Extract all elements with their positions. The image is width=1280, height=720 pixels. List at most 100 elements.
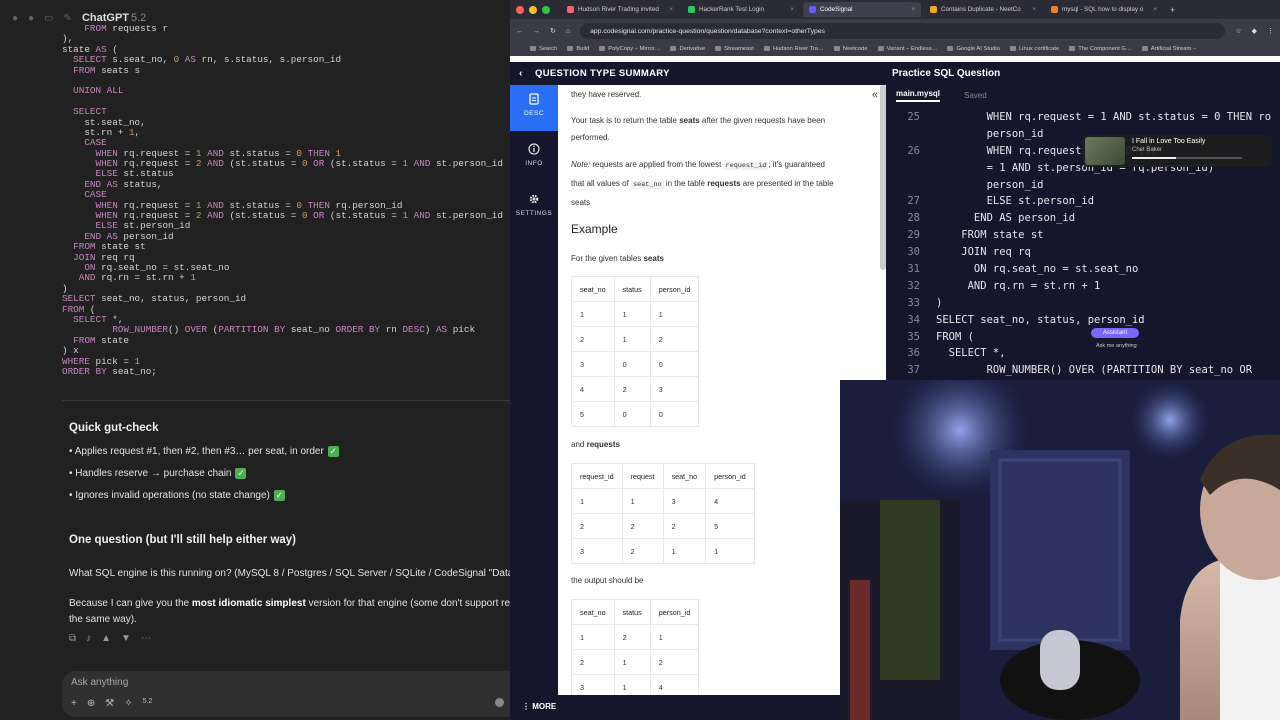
editor-line[interactable]: 33) bbox=[886, 297, 1280, 314]
new-chat-icon[interactable]: ✎ bbox=[64, 13, 72, 24]
tab-close-icon[interactable]: × bbox=[1153, 6, 1157, 13]
editor-line[interactable]: 28 END AS person_id bbox=[886, 212, 1280, 229]
composer-input[interactable]: Ask anything bbox=[71, 677, 128, 688]
table-cell: 3 bbox=[571, 538, 623, 564]
editor-line[interactable]: 25 WHEN rq.request = 1 AND st.status = 0… bbox=[886, 111, 1280, 128]
nav-settings[interactable]: SETTINGS bbox=[510, 185, 558, 231]
reload-icon[interactable]: ↻ bbox=[550, 27, 556, 35]
browser-tab[interactable]: HackerRank Test Login × bbox=[682, 2, 800, 17]
minimize-window-icon[interactable] bbox=[529, 5, 537, 14]
editor-line[interactable]: 32 AND rq.rn = st.rn + 1 bbox=[886, 280, 1280, 297]
sql-code-block: FROM requests r), state AS ( SELECT s.sea… bbox=[62, 24, 510, 384]
bullet-text: Handles reserve → purchase chain bbox=[75, 468, 232, 480]
star-icon[interactable]: ☆ bbox=[1235, 27, 1241, 35]
url-field[interactable]: app.codesignal.com/practice-question/que… bbox=[580, 23, 1226, 39]
table-row: 212 bbox=[571, 649, 700, 675]
close-window-icon[interactable] bbox=[516, 5, 524, 14]
editor-line[interactable]: 35 FROM ( bbox=[886, 331, 1280, 348]
composer-model-label[interactable]: 5.2 bbox=[143, 698, 153, 709]
browser-tab[interactable]: CodeSignal × bbox=[803, 2, 921, 17]
bookmark-item[interactable]: Artificial Stream – bbox=[1142, 46, 1196, 53]
tab-close-icon[interactable]: × bbox=[669, 6, 673, 13]
line-text: FROM state st bbox=[936, 229, 1044, 242]
composer[interactable]: Ask anything + ⊕ ⚒ ✧ 5.2 bbox=[62, 671, 510, 717]
browser-tab[interactable]: Contains Duplicate - NeetCo × bbox=[924, 2, 1042, 17]
bookmark-item[interactable]: Variant – Endless… bbox=[878, 46, 938, 53]
plus-icon[interactable]: + bbox=[71, 698, 77, 709]
tab-close-icon[interactable]: × bbox=[911, 6, 915, 13]
bullet-item: • Applies request #1, then #2, then #3… … bbox=[69, 446, 339, 458]
extensions-icon[interactable]: ◆ bbox=[1252, 27, 1257, 35]
sparkle-icon[interactable]: ✧ bbox=[124, 698, 132, 709]
code-editor[interactable]: main.mysql Saved 25 WHEN rq.request = 1 … bbox=[886, 85, 1280, 380]
task-line2: performed. bbox=[571, 133, 610, 142]
song-progress[interactable] bbox=[1132, 157, 1242, 159]
nav-info-label: INFO bbox=[525, 160, 543, 167]
voice-icon[interactable] bbox=[495, 698, 504, 707]
new-tab-icon[interactable]: + bbox=[1170, 5, 1175, 15]
back-chevron-icon[interactable]: ‹ bbox=[519, 68, 522, 79]
window-dot-icon[interactable]: ● bbox=[28, 13, 34, 24]
ask-me-anything[interactable]: Ask me anything bbox=[1096, 343, 1137, 349]
bookmark-item[interactable]: The Component G… bbox=[1069, 46, 1132, 53]
tools-icon[interactable]: ⚒ bbox=[105, 698, 114, 709]
sidebar-toggle-icon[interactable]: ▭ bbox=[44, 13, 53, 24]
table-cell: 1 bbox=[649, 301, 700, 327]
editor-line[interactable]: 29 FROM state st bbox=[886, 229, 1280, 246]
line-number: 35 bbox=[907, 330, 920, 343]
editor-line[interactable]: 30 JOIN req rq bbox=[886, 246, 1280, 263]
thumbs-down-icon[interactable]: ▼ bbox=[121, 633, 131, 644]
line-number: 25 bbox=[907, 111, 920, 123]
maximize-window-icon[interactable] bbox=[542, 5, 550, 14]
bookmark-item[interactable]: Search bbox=[530, 46, 557, 53]
editor-line[interactable]: person_id bbox=[886, 179, 1280, 196]
assistant-pill[interactable]: Assistant bbox=[1091, 328, 1139, 338]
more-label[interactable]: ⋮ MORE bbox=[522, 702, 556, 711]
collapse-icon[interactable]: « bbox=[872, 89, 878, 101]
editor-line[interactable]: 27 ELSE st.person_id bbox=[886, 195, 1280, 212]
bookmark-item[interactable]: Derivative bbox=[670, 46, 705, 53]
bookmark-item[interactable]: Build bbox=[567, 46, 589, 53]
tabs: Hudson River Trading invited × HackerRank … bbox=[561, 2, 1163, 17]
menu-icon[interactable]: ⋮ bbox=[1267, 27, 1274, 35]
home-icon[interactable]: ⌂ bbox=[566, 28, 570, 35]
nav-settings-label: SETTINGS bbox=[515, 210, 553, 217]
nav-info[interactable]: INFO bbox=[510, 135, 558, 181]
bookmark-item[interactable]: Neetcode bbox=[834, 46, 868, 53]
window-controls[interactable]: ● ● ▭ ✎ bbox=[12, 13, 72, 24]
forward-icon[interactable]: → bbox=[533, 28, 540, 35]
window-dot-icon[interactable]: ● bbox=[12, 13, 18, 24]
line-text: AND rq.rn = st.rn + 1 bbox=[936, 279, 1101, 292]
nav-desc[interactable]: DESC bbox=[510, 85, 558, 131]
output-table: seat_no status person_id 1 2 1 2 1 2 3 1 4 bbox=[571, 599, 700, 695]
editor-line[interactable]: 37 ROW_NUMBER() OVER (PARTITION BY seat_… bbox=[886, 364, 1280, 380]
bookmark-item[interactable]: Linux certificate bbox=[1010, 46, 1059, 53]
copy-icon[interactable]: ⧉ bbox=[69, 633, 76, 644]
editor-line[interactable]: 31 ON rq.seat_no = st.seat_no bbox=[886, 263, 1280, 280]
gut-check-title: Quick gut-check bbox=[69, 422, 159, 434]
tab-close-icon[interactable]: × bbox=[790, 6, 794, 13]
speaker-icon[interactable]: ♪ bbox=[86, 633, 91, 644]
line-number: 28 bbox=[907, 212, 920, 225]
back-icon[interactable]: ← bbox=[516, 28, 523, 35]
bookmark-item[interactable]: PolyCopy – Mirror… bbox=[599, 46, 660, 53]
file-tab[interactable]: main.mysql bbox=[896, 89, 941, 102]
question-type-summary[interactable]: QUESTION TYPE SUMMARY bbox=[535, 68, 670, 79]
globe-icon[interactable]: ⊕ bbox=[87, 698, 95, 709]
editor-line[interactable]: 34 SELECT seat_no, status, person_id bbox=[886, 314, 1280, 331]
bookmark-item[interactable]: Google AI Studio bbox=[947, 46, 1000, 53]
tab-close-icon[interactable]: × bbox=[1032, 6, 1036, 13]
door bbox=[990, 450, 1130, 650]
tab-strip: Hudson River Trading invited × HackerRank … bbox=[510, 0, 1280, 19]
browser-tab[interactable]: Hudson River Trading invited × bbox=[561, 2, 679, 17]
model-selector[interactable]: ChatGPT 5.2 bbox=[82, 12, 146, 24]
seats-table: seat_no status person_id 1 1 1 2 1 2 3 0 0 4 2 3 5 0 0 bbox=[571, 276, 700, 427]
bookmark-item[interactable]: Hudson River Tra… bbox=[764, 46, 824, 53]
now-playing-widget[interactable]: I Fall in Love Too Easily Chet Baker bbox=[1082, 135, 1272, 167]
thumbs-up-icon[interactable]: ▲ bbox=[101, 633, 111, 644]
more-icon[interactable]: ⋯ bbox=[141, 633, 151, 644]
check-icon: ✓ bbox=[235, 468, 247, 479]
editor-line[interactable]: 36 SELECT *, bbox=[886, 347, 1280, 364]
bookmark-item[interactable]: Streameast bbox=[715, 46, 754, 53]
browser-tab[interactable]: mysql - SQL how to display o × bbox=[1045, 2, 1163, 17]
